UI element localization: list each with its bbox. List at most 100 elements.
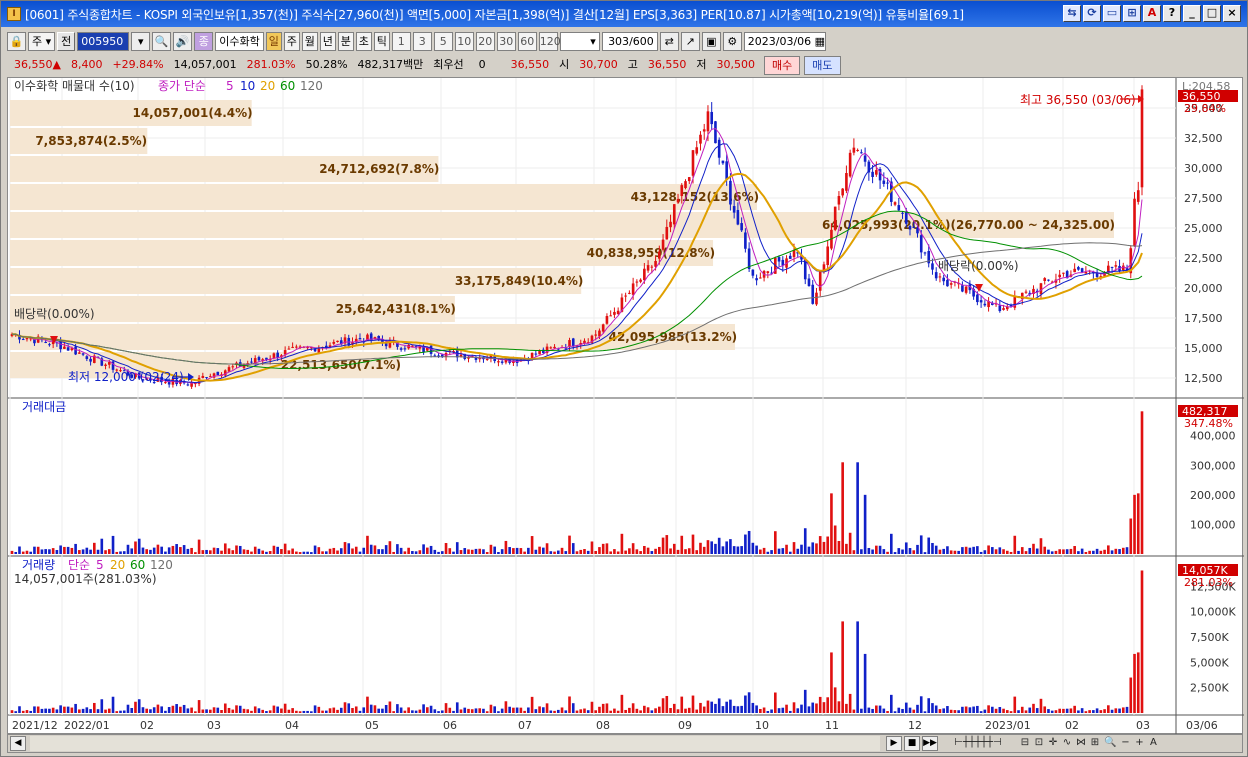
stock-name-field[interactable]: 이수화학 [215, 31, 264, 51]
interval-120-button[interactable]: 120 [538, 31, 561, 51]
zoom-out-icon[interactable]: − [1118, 736, 1132, 751]
font-size-icon[interactable]: A [1146, 736, 1160, 751]
candle-body [863, 155, 867, 162]
chart-svg[interactable]: 14,057,001(4.4%) 7,853,874(2.5%) 24,712,69… [8, 78, 1244, 735]
speaker-icon[interactable]: 🔊 [173, 31, 193, 51]
interval-10-button[interactable]: 10 [454, 31, 474, 51]
layout-icon[interactable]: ⊟ [1018, 736, 1032, 751]
amount-bar [646, 547, 650, 554]
prev-button[interactable]: 전 [57, 31, 76, 51]
link-icon[interactable]: ⊞ [1123, 5, 1141, 22]
candle-body [751, 269, 755, 276]
amount-bar [1039, 538, 1043, 554]
volume-profile-label: 64,025,993(20.1%)(26,770.00 ~ 24,325.00) [822, 218, 1115, 232]
volume-bar [777, 708, 781, 713]
volume-bar [815, 703, 818, 713]
amount-bar [867, 547, 871, 554]
interval-5-button[interactable]: 5 [433, 31, 453, 51]
stop-icon[interactable]: ■ [904, 736, 920, 751]
magnify-icon[interactable]: 🔍 [1102, 736, 1118, 751]
minimize-button[interactable]: _ [1183, 5, 1201, 22]
amount-bar [186, 548, 190, 554]
type-select[interactable]: 주 ▾ [28, 31, 56, 51]
volume-bar [455, 702, 459, 713]
draw-line-icon[interactable]: ∿ [1060, 736, 1074, 751]
volume-bar [523, 710, 526, 713]
amount-bar [171, 545, 175, 554]
help-icon[interactable]: ? [1163, 5, 1181, 22]
interval-60-button[interactable]: 60 [517, 31, 537, 51]
period-day-button[interactable]: 일 [265, 31, 282, 51]
grid-icon[interactable]: ⊞ [1088, 736, 1102, 751]
interval-3-button[interactable]: 3 [412, 31, 432, 51]
candle-body [485, 358, 489, 360]
interval-20-button[interactable]: 20 [475, 31, 495, 51]
date-input[interactable]: 2023/03/06 ▦ [743, 31, 826, 51]
volume-bar [710, 701, 714, 713]
volume-bar [205, 709, 208, 713]
volume-bar [833, 687, 837, 713]
code-input[interactable]: 005950 [77, 31, 130, 51]
amount-bar [306, 551, 309, 554]
interval-30-button[interactable]: 30 [496, 31, 516, 51]
volume-bar [1058, 708, 1061, 713]
refresh-icon[interactable]: ⟳ [1083, 5, 1101, 22]
maximize-button[interactable]: □ [1203, 5, 1221, 22]
count-input[interactable]: 303/600 [601, 31, 658, 51]
chart-type-icon[interactable]: ⇄ [659, 31, 679, 51]
candle-body [908, 226, 912, 230]
period-second-button[interactable]: 초 [355, 31, 372, 51]
settings-icon[interactable]: ⚙ [722, 31, 742, 51]
period-minute-button[interactable]: 분 [337, 31, 354, 51]
volume-bar [762, 707, 766, 713]
code-dropdown-icon[interactable]: ▾ [131, 31, 151, 51]
zoom-slider[interactable]: ⊢┼┼┼┼┼⊣ [938, 736, 1018, 751]
volume-bar [29, 710, 33, 713]
zoom-in-icon[interactable]: + [1132, 736, 1146, 751]
candle-body [534, 353, 538, 355]
split-icon[interactable]: ⊡ [1032, 736, 1046, 751]
line-chart-icon[interactable]: ↗ [680, 31, 700, 51]
current-price-value: 36,550 [14, 58, 53, 71]
search-icon[interactable]: 🔍 [152, 31, 172, 51]
period-week-button[interactable]: 주 [283, 31, 300, 51]
scroll-left-icon[interactable]: ◀ [10, 736, 26, 751]
lock-icon[interactable]: 🔒 [7, 31, 26, 51]
pattern-icon[interactable]: ⋈ [1074, 736, 1088, 751]
amount-bar [628, 548, 631, 554]
volume-bar [485, 711, 489, 713]
scroll-track[interactable] [30, 736, 880, 751]
period-tick-button[interactable]: 틱 [373, 31, 390, 51]
volume-bar [867, 707, 871, 713]
chart-area[interactable]: 14,057,001(4.4%) 7,853,874(2.5%) 24,712,69… [7, 77, 1244, 735]
chart-link-icon[interactable]: ⇆ [1063, 5, 1081, 22]
crosshair-icon[interactable]: ✛ [1046, 736, 1060, 751]
sell-button[interactable]: 매도 [804, 55, 841, 75]
interval-custom-input[interactable]: ▾ [559, 31, 600, 51]
period-year-button[interactable]: 년 [319, 31, 336, 51]
period-month-button[interactable]: 월 [301, 31, 318, 51]
volume-bar [448, 707, 452, 713]
window-icon[interactable]: ▭ [1103, 5, 1121, 22]
amount-bar [220, 550, 223, 554]
chart-scrollbar[interactable]: ◀ ▶ ■ ▶▶ ⊢┼┼┼┼┼⊣ ⊟ ⊡ ✛ ∿ ⋈ ⊞ 🔍 − + A [7, 734, 1243, 753]
interval-1-button[interactable]: 1 [391, 31, 411, 51]
amount-bar [190, 547, 193, 554]
candle-body [845, 173, 848, 191]
amount-bar [179, 547, 182, 554]
close-button[interactable]: × [1223, 5, 1241, 22]
play-icon[interactable]: ▶ [886, 736, 902, 751]
amount-bar [931, 542, 934, 554]
x-axis-label: 08 [596, 719, 610, 732]
fast-forward-icon[interactable]: ▶▶ [922, 736, 938, 751]
candle-body [336, 340, 339, 343]
candle-body [216, 371, 220, 376]
amount-bar [571, 543, 575, 554]
save-icon[interactable]: ▣ [701, 31, 721, 51]
volume-bar [598, 706, 601, 713]
amount-bar [1136, 493, 1140, 554]
buy-button[interactable]: 매수 [764, 55, 801, 75]
amount-bar [601, 543, 605, 554]
volume-bar [893, 711, 897, 713]
font-a-icon[interactable]: A [1143, 5, 1161, 22]
